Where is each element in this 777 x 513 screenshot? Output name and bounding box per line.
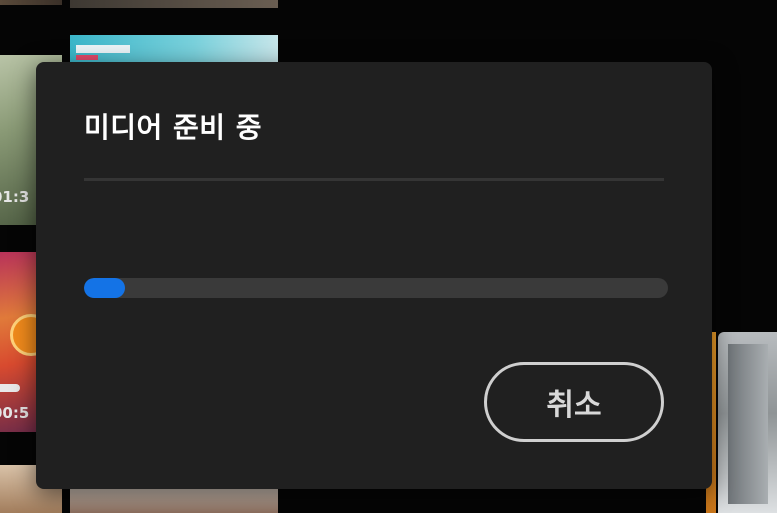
progress-bar: [84, 278, 668, 298]
progress-bar-fill: [84, 278, 125, 298]
video-thumbnail[interactable]: [0, 0, 62, 5]
video-thumbnail[interactable]: [70, 0, 278, 8]
video-thumbnail[interactable]: [70, 35, 278, 65]
preparing-media-dialog: 미디어 준비 중 취소: [36, 62, 712, 489]
thumbnail-badge: [0, 384, 20, 392]
video-duration: 01:3: [0, 188, 30, 206]
video-thumbnail[interactable]: [718, 332, 777, 513]
video-duration: 00:5: [0, 404, 30, 422]
thumbnail-image-detail: [728, 344, 768, 504]
title-divider: [84, 178, 664, 181]
cancel-button[interactable]: 취소: [484, 362, 664, 442]
app-window: 01:3 00:5 미디어 준비 중 취소: [0, 0, 777, 513]
thumbnail-caption-box: [76, 45, 130, 53]
thumbnail-tag: [76, 55, 98, 60]
video-thumbnail[interactable]: [70, 488, 278, 513]
dialog-title: 미디어 준비 중: [84, 111, 263, 144]
